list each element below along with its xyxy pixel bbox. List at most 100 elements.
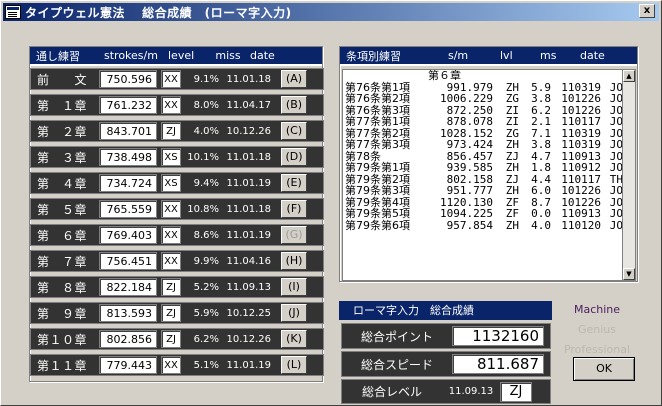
strokes-value: 750.596: [99, 70, 157, 88]
title-bar[interactable]: タイプウェル憲法 総合成績 (ローマ字入力) x: [3, 3, 659, 21]
item-date: 101226: [561, 92, 601, 105]
chapter-button[interactable]: (K): [281, 330, 307, 348]
item-sm: 939.585: [446, 161, 493, 174]
list-item[interactable]: 第79条第1項 939.585 ZH 1.8 110912 JO: [343, 162, 623, 174]
chapter-button[interactable]: (A): [281, 70, 307, 88]
chapter-label: 第 ７章: [37, 254, 88, 269]
app-icon: [5, 5, 21, 19]
chapter-button[interactable]: (H): [281, 252, 307, 270]
header-date: date: [250, 49, 275, 62]
list-item[interactable]: 第76条第2項 1006.229 ZG 3.8 101226 JO: [343, 93, 623, 105]
item-label: 第77条第3項: [345, 138, 410, 151]
list-item[interactable]: 第79条第5項 1094.225 ZF 0.0 110913 JO: [343, 208, 623, 220]
chapter-label: 第 ６章: [37, 228, 88, 243]
chapter-button[interactable]: (G): [281, 226, 307, 244]
strokes-value: 756.451: [99, 252, 157, 270]
chapter-button[interactable]: (E): [281, 174, 307, 192]
list-item[interactable]: 第77条第3項 973.424 ZH 3.8 110319 JO: [343, 139, 623, 151]
chapter-row: 第１０章 802.856 ZJ 6.2% 10.12.26 (K): [30, 328, 324, 350]
strokes-value: 761.232: [99, 96, 157, 114]
chapter-label: 第 ４章: [37, 176, 88, 191]
level-value: ZJ: [161, 122, 181, 140]
chapter-row: 第 ９章 813.593 ZJ 5.9% 10.12.25 (J): [30, 302, 324, 324]
chapter-row: 第 ３章 738.498 XS 10.1% 11.01.18 (D): [30, 146, 324, 168]
item-tag: JO: [609, 218, 623, 232]
total-speed-label: 総合スピード: [360, 357, 433, 372]
item-lvl: ZH: [505, 184, 519, 197]
list-item[interactable]: 第79条第6項 957.854 ZH 4.0 110120 JO: [343, 218, 623, 232]
item-ms: 3.8: [531, 138, 551, 151]
item-lvl: ZH: [505, 218, 519, 232]
total-points-label: 総合ポイント: [360, 329, 433, 344]
date-value: 11.01.18: [226, 151, 271, 163]
item-date: 110319: [561, 138, 601, 151]
scroll-up-arrow-icon[interactable]: ▲: [623, 70, 635, 82]
strokes-value: 813.593: [99, 304, 157, 322]
article-practice-panel: 条項別練習 s/m lvl ms date 第６章 第76条第1項 991.979…: [339, 46, 638, 282]
level-value: XX: [161, 96, 181, 114]
chapter-row: 第 ２章 843.701 ZJ 4.0% 10.12.26 (C): [30, 120, 324, 142]
header-strokes: strokes/m: [104, 49, 158, 62]
chapter-button[interactable]: (I): [281, 278, 307, 296]
level-value: XS: [161, 174, 181, 192]
chapter-label: 第 ９章: [37, 306, 88, 321]
miss-value: 9.9%: [193, 255, 219, 267]
article-header: 条項別練習 s/m lvl ms date: [340, 47, 637, 66]
strokes-value: 802.856: [99, 330, 157, 348]
ok-button[interactable]: OK: [573, 357, 635, 381]
chapter-row: 第 ８章 822.184 ZJ 5.2% 11.09.13 (I): [30, 276, 324, 298]
strokes-value: 822.184: [99, 278, 157, 296]
miss-value: 9.1%: [193, 73, 219, 85]
article-list-items: 第76条第1項 991.979 ZH 5.9 110319 JO 第76条第2項 1006.2…: [343, 81, 623, 232]
item-label: 第79条第6項: [345, 218, 410, 232]
miss-value: 8.0%: [193, 99, 219, 111]
miss-value: 10.8%: [187, 203, 219, 215]
chapter-button[interactable]: (D): [281, 148, 307, 166]
chapter-button[interactable]: (C): [281, 122, 307, 140]
close-button[interactable]: x: [639, 4, 655, 18]
item-ms: 4.0: [531, 218, 551, 232]
item-tag: JO: [609, 161, 623, 174]
list-scrollbar[interactable]: ▲ ▼: [622, 69, 636, 281]
window-title: タイプウェル憲法 総合成績 (ローマ字入力): [25, 5, 292, 20]
miss-value: 4.0%: [193, 125, 219, 137]
item-lvl: ZH: [505, 138, 519, 151]
miss-value: 5.2%: [193, 281, 219, 293]
scroll-down-arrow-icon[interactable]: ▼: [623, 268, 635, 280]
item-lvl: ZI: [505, 115, 519, 128]
item-lvl: ZF: [505, 207, 519, 220]
item-label: 第79条第1項: [345, 161, 410, 174]
list-item[interactable]: 第79条第3項 951.777 ZH 6.0 101226 JO: [343, 185, 623, 197]
list-item[interactable]: 第77条第1項 878.078 ZI 2.1 110117 JO: [343, 116, 623, 128]
chapter-row: 前 文 750.596 XX 9.1% 11.01.18 (A): [30, 68, 324, 90]
item-ms: 3.8: [531, 92, 551, 105]
chapter-button[interactable]: (F): [281, 200, 307, 218]
chapter-button[interactable]: (J): [281, 304, 307, 322]
chapter-label: 第 ３章: [37, 150, 88, 165]
date-value: 11.01.19: [226, 229, 271, 241]
item-label: 第76条第2項: [345, 92, 410, 105]
level-value: XX: [161, 226, 181, 244]
date-value: 11.01.18: [226, 203, 271, 215]
article-list[interactable]: 第６章 第76条第1項 991.979 ZH 5.9 110319 JO 第76条第2項 10…: [342, 69, 624, 281]
item-label: 第77条第1項: [345, 115, 410, 128]
item-ms: 0.0: [531, 207, 551, 220]
header-article-date: date: [580, 49, 605, 62]
miss-value: 5.1%: [193, 359, 219, 371]
chapter-label: 第 １章: [37, 98, 88, 113]
item-date: 110117: [561, 115, 601, 128]
item-ms: 1.8: [531, 161, 551, 174]
chapter-label: 前 文: [37, 72, 88, 87]
chapter-row: 第 １章 761.232 XX 8.0% 11.04.17 (B): [30, 94, 324, 116]
mode-machine: Machine: [573, 303, 621, 316]
mode-genius: Genius: [577, 323, 617, 336]
total-level-row: 総合レベル 11.09.13 ZJ: [341, 379, 551, 404]
date-value: 11.04.17: [226, 99, 271, 111]
header-article: 条項別練習: [346, 49, 401, 63]
header-lvl: lvl: [500, 49, 513, 62]
chapter-button[interactable]: (B): [281, 96, 307, 114]
chapter-button[interactable]: (L): [281, 356, 307, 374]
item-sm: 973.424: [446, 138, 493, 151]
level-value: XX: [161, 200, 181, 218]
item-tag: JO: [609, 138, 623, 151]
